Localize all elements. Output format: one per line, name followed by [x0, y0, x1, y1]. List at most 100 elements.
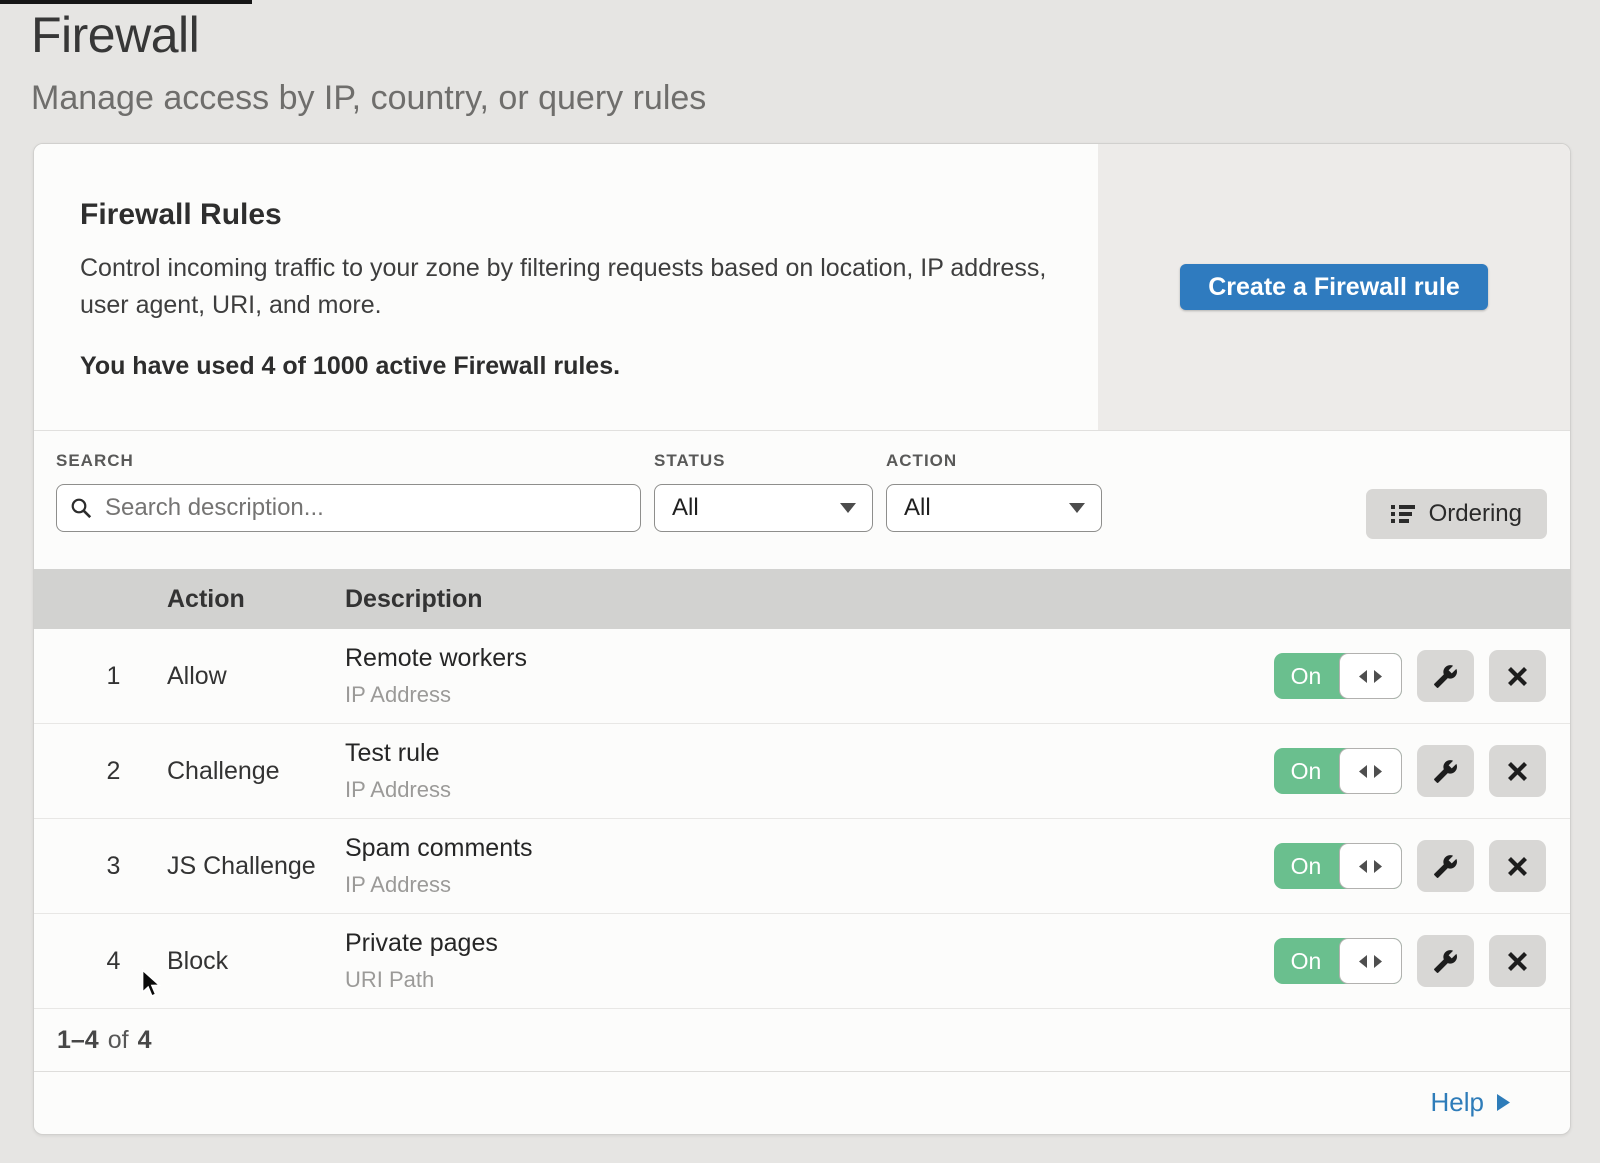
rule-controls: On — [1274, 840, 1570, 892]
pagination: 1–4 of 4 — [34, 1009, 1570, 1072]
wrench-icon — [1433, 664, 1458, 689]
toggle-on-label: On — [1274, 843, 1338, 889]
edit-rule-button[interactable] — [1417, 840, 1474, 892]
overview-section: Firewall Rules Control incoming traffic … — [34, 144, 1570, 431]
delete-rule-button[interactable] — [1489, 745, 1546, 797]
table-row: 4 Block Private pages URI Path On — [34, 914, 1570, 1009]
pagination-range: 1–4 — [57, 1026, 99, 1055]
ordering-button-label: Ordering — [1429, 500, 1522, 528]
toggle-knob[interactable] — [1339, 843, 1402, 889]
wrench-icon — [1433, 854, 1458, 879]
rule-controls: On — [1274, 935, 1570, 987]
toggle-knob[interactable] — [1339, 748, 1402, 794]
table-row: 2 Challenge Test rule IP Address On — [34, 724, 1570, 819]
close-icon — [1507, 761, 1528, 782]
toggle-on-label: On — [1274, 938, 1338, 984]
drag-arrows-icon — [1359, 955, 1382, 968]
status-label: STATUS — [654, 451, 873, 471]
arrow-right-icon — [1497, 1094, 1510, 1111]
rule-controls: On — [1274, 745, 1570, 797]
action-select-value: All — [904, 494, 931, 522]
mouse-cursor — [139, 969, 165, 999]
rule-enabled-toggle[interactable]: On — [1274, 748, 1402, 794]
rule-description: Test rule — [345, 739, 1274, 768]
searchbox — [56, 484, 641, 532]
pagination-of-label: of — [108, 1026, 129, 1055]
delete-rule-button[interactable] — [1489, 650, 1546, 702]
rule-priority: 1 — [34, 662, 167, 691]
overview-text-panel: Firewall Rules Control incoming traffic … — [34, 144, 1098, 430]
ordered-list-icon — [1391, 504, 1416, 524]
rule-controls: On — [1274, 650, 1570, 702]
section-description-line2: user agent, URI, and more. — [80, 287, 1048, 324]
action-label: ACTION — [886, 451, 1102, 471]
rule-enabled-toggle[interactable]: On — [1274, 938, 1402, 984]
rule-description: Remote workers — [345, 644, 1274, 673]
section-heading: Firewall Rules — [80, 198, 1048, 232]
page-header: Firewall Manage access by IP, country, o… — [0, 0, 1600, 118]
close-icon — [1507, 666, 1528, 687]
toggle-knob[interactable] — [1339, 653, 1402, 699]
rule-action: Allow — [167, 662, 345, 691]
rule-match-type: IP Address — [345, 682, 1274, 708]
usage-summary: You have used 4 of 1000 active Firewall … — [80, 352, 1048, 381]
page-title: Firewall — [31, 8, 1600, 63]
help-link-label: Help — [1431, 1087, 1484, 1118]
table-row: 3 JS Challenge Spam comments IP Address … — [34, 819, 1570, 914]
table-header: Action Description — [34, 569, 1570, 629]
edit-rule-button[interactable] — [1417, 650, 1474, 702]
delete-rule-button[interactable] — [1489, 935, 1546, 987]
wrench-icon — [1433, 949, 1458, 974]
help-link[interactable]: Help — [1431, 1087, 1510, 1118]
rule-match-type: URI Path — [345, 967, 1274, 993]
pagination-total: 4 — [138, 1026, 152, 1055]
toggle-on-label: On — [1274, 653, 1338, 699]
rule-action: Block — [167, 947, 345, 976]
firewall-rules-card: Firewall Rules Control incoming traffic … — [33, 143, 1571, 1135]
drag-arrows-icon — [1359, 765, 1382, 778]
search-input[interactable] — [56, 484, 641, 532]
section-description-line1: Control incoming traffic to your zone by… — [80, 250, 1048, 287]
filters-bar: SEARCH STATUS All ACTION All — [34, 431, 1570, 569]
status-select-value: All — [672, 494, 699, 522]
create-firewall-rule-button[interactable]: Create a Firewall rule — [1180, 264, 1488, 310]
chevron-down-icon — [840, 503, 856, 513]
action-field-group: ACTION All — [886, 451, 1102, 569]
status-field-group: STATUS All — [654, 451, 873, 569]
rule-description-cell: Spam comments IP Address — [345, 834, 1274, 898]
toggle-on-label: On — [1274, 748, 1338, 794]
rule-description: Private pages — [345, 929, 1274, 958]
wrench-icon — [1433, 759, 1458, 784]
rule-description-cell: Private pages URI Path — [345, 929, 1274, 993]
rule-enabled-toggle[interactable]: On — [1274, 843, 1402, 889]
rule-priority: 3 — [34, 852, 167, 881]
chevron-down-icon — [1069, 503, 1085, 513]
search-field-group: SEARCH — [56, 451, 641, 569]
drag-arrows-icon — [1359, 670, 1382, 683]
create-rule-panel: Create a Firewall rule — [1098, 144, 1570, 430]
edit-rule-button[interactable] — [1417, 935, 1474, 987]
rule-match-type: IP Address — [345, 872, 1274, 898]
toggle-knob[interactable] — [1339, 938, 1402, 984]
rule-enabled-toggle[interactable]: On — [1274, 653, 1402, 699]
search-icon — [70, 497, 93, 520]
rule-description-cell: Test rule IP Address — [345, 739, 1274, 803]
delete-rule-button[interactable] — [1489, 840, 1546, 892]
close-icon — [1507, 951, 1528, 972]
screen-edge-artifact — [0, 0, 252, 4]
drag-arrows-icon — [1359, 860, 1382, 873]
rule-description: Spam comments — [345, 834, 1274, 863]
rule-priority: 2 — [34, 757, 167, 786]
edit-rule-button[interactable] — [1417, 745, 1474, 797]
help-footer: Help — [34, 1072, 1570, 1132]
status-select[interactable]: All — [654, 484, 873, 532]
rule-description-cell: Remote workers IP Address — [345, 644, 1274, 708]
rule-match-type: IP Address — [345, 777, 1274, 803]
search-label: SEARCH — [56, 451, 641, 471]
table-row: 1 Allow Remote workers IP Address On — [34, 629, 1570, 724]
rule-action: JS Challenge — [167, 852, 345, 881]
column-header-description: Description — [345, 585, 1570, 614]
action-select[interactable]: All — [886, 484, 1102, 532]
rule-action: Challenge — [167, 757, 345, 786]
ordering-button[interactable]: Ordering — [1366, 489, 1547, 539]
